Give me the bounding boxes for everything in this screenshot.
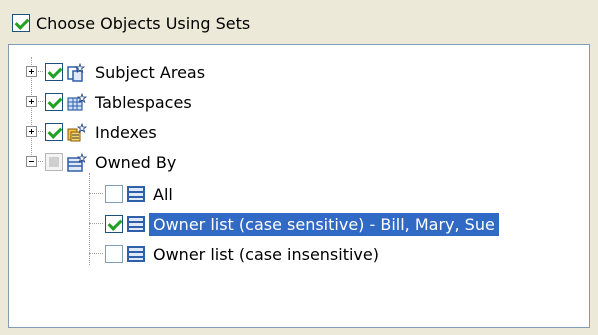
all-checkbox[interactable]	[105, 185, 123, 203]
choose-objects-label: Choose Objects Using Sets	[36, 13, 251, 33]
expand-tablespaces-button[interactable]	[26, 96, 37, 107]
subject-areas-label: Subject Areas	[95, 63, 206, 82]
indexes-icon	[67, 122, 88, 142]
owner-list-case-insensitive-label: Owner list (case insensitive)	[153, 245, 379, 264]
tablespaces-label: Tablespaces	[95, 93, 192, 112]
collapse-owned-by-button[interactable]	[26, 156, 37, 167]
list-icon	[127, 186, 145, 204]
object-sets-tree: Subject Areas Tablespaces Indexes Owned …	[8, 44, 590, 328]
list-icon	[127, 246, 145, 264]
tablespaces-icon	[67, 92, 88, 111]
owner-list-case-insensitive-checkbox[interactable]	[105, 245, 123, 263]
owner-list-case-sensitive-checkbox[interactable]	[105, 215, 123, 233]
owned-by-label: Owned By	[95, 153, 177, 172]
subject-areas-icon	[67, 62, 86, 82]
owned-by-icon	[67, 152, 88, 172]
owner-list-case-sensitive-label: Owner list (case sensitive) - Bill, Mary…	[149, 213, 499, 236]
expand-subject-areas-button[interactable]	[26, 66, 37, 77]
tablespaces-checkbox[interactable]	[45, 93, 63, 111]
expand-indexes-button[interactable]	[26, 126, 37, 137]
choose-objects-using-sets[interactable]: Choose Objects Using Sets	[12, 8, 250, 38]
owned-by-checkbox[interactable]	[45, 153, 63, 171]
choose-objects-checkbox[interactable]	[12, 14, 30, 32]
indexes-checkbox[interactable]	[45, 123, 63, 141]
indexes-label: Indexes	[95, 123, 157, 142]
list-icon	[127, 216, 145, 234]
subject-areas-checkbox[interactable]	[45, 63, 63, 81]
all-label: All	[153, 185, 173, 204]
